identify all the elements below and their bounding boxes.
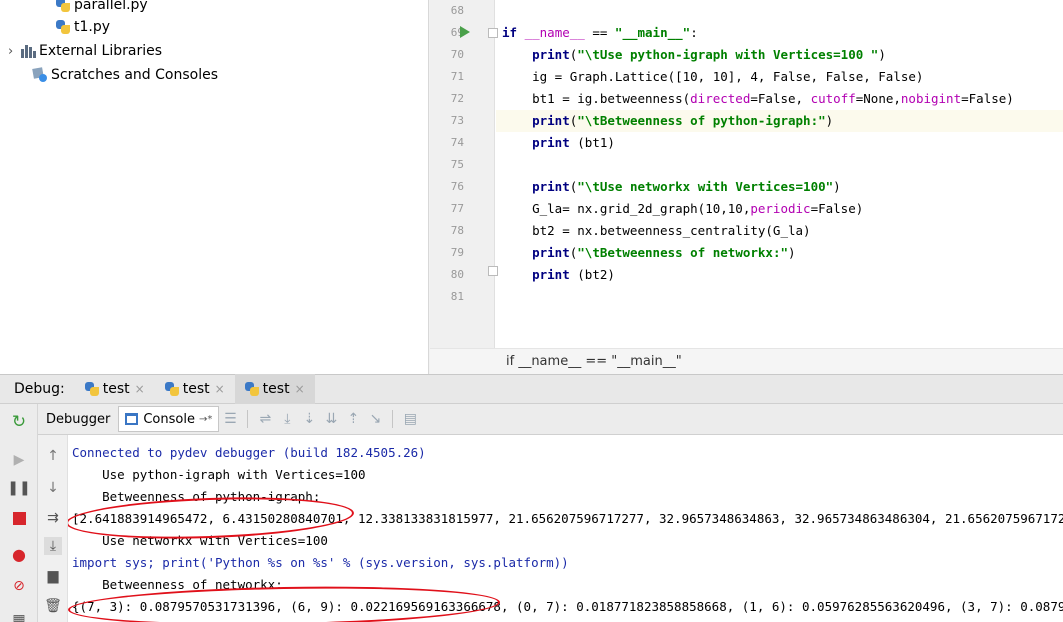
python-file-icon	[244, 382, 259, 396]
close-icon[interactable]: ×	[135, 382, 145, 396]
line-number: 71	[450, 70, 464, 83]
run-tab-label: test	[102, 381, 130, 397]
print-icon[interactable]: ▆	[44, 567, 62, 585]
step-into-icon[interactable]: ⇣	[298, 411, 320, 427]
mute-breakpoints-icon[interactable]: ⊘	[9, 576, 29, 596]
python-file-icon	[56, 0, 70, 12]
console-output[interactable]: Connected to pydev debugger (build 182.4…	[68, 435, 1063, 622]
breadcrumb[interactable]: if __name__ == "__main__"	[430, 348, 1063, 374]
stop-icon[interactable]	[9, 508, 29, 528]
scroll-to-end-icon[interactable]: ⤓	[44, 537, 62, 555]
python-file-icon	[84, 382, 99, 396]
code-line-69: if __name__ == "__main__":	[502, 25, 698, 40]
tree-item-scratches[interactable]: Scratches and Consoles	[32, 64, 218, 86]
line-number: 79	[450, 246, 464, 259]
tree-item-label: Scratches and Consoles	[51, 67, 218, 83]
line-number: 78	[450, 224, 464, 237]
step-out-icon[interactable]: ⇡	[342, 411, 364, 427]
line-number: 81	[450, 290, 464, 303]
scroll-up-icon[interactable]: ↑	[44, 447, 62, 465]
code-editor[interactable]: 68 69 70 71 72 73 74 75 76 77 78 79 80 8…	[430, 0, 1063, 374]
line-number: 73	[450, 114, 464, 127]
line-number: 70	[450, 48, 464, 61]
line-number: 77	[450, 202, 464, 215]
line-number: 80	[450, 268, 464, 281]
code-line-71: ig = Graph.Lattice([10, 10], 4, False, F…	[502, 69, 924, 84]
view-breakpoints-icon[interactable]: ●	[9, 544, 29, 564]
tree-item-label: External Libraries	[39, 43, 162, 59]
code-line-77: G_la= nx.grid_2d_graph(10,10,periodic=Fa…	[502, 201, 864, 216]
console-line: import sys; print('Python %s on %s' % (s…	[72, 555, 569, 570]
code-line-70: print("\tUse python-igraph with Vertices…	[532, 47, 886, 62]
code-line-79: print("\tBetweenness of networkx:")	[532, 245, 796, 260]
debug-subtabs-toolbar: Debugger Console →* ☰ ⇌ ⤓ ⇣ ⇊ ⇡ ↘ ▤	[38, 404, 1063, 435]
code-line-80: print (bt2)	[532, 267, 615, 282]
debug-label: Debug:	[14, 381, 65, 397]
scratches-icon	[32, 67, 48, 83]
run-config-tab-2[interactable]: test ×	[155, 374, 235, 404]
pin-arrow-icon: →*	[198, 413, 213, 425]
line-number: 74	[450, 136, 464, 149]
run-tab-label: test	[182, 381, 210, 397]
console-line: Connected to pydev debugger (build 182.4…	[72, 445, 426, 460]
soft-wrap-icon[interactable]: ⇉	[44, 509, 62, 527]
python-file-icon	[164, 382, 179, 396]
code-line-74: print (bt1)	[532, 135, 615, 150]
toolbar-separator	[247, 410, 249, 428]
settings-icon[interactable]: ▦	[9, 610, 29, 622]
tab-console[interactable]: Console →*	[118, 406, 220, 432]
run-config-tab-3[interactable]: test ×	[234, 374, 315, 404]
python-file-icon	[56, 20, 70, 34]
tree-item-label: t1.py	[74, 19, 111, 35]
library-icon	[20, 44, 36, 58]
close-icon[interactable]: ×	[295, 382, 305, 396]
run-config-tab-1[interactable]: test ×	[75, 374, 155, 404]
debug-tool-window-tabs: Debug: test × test × test ×	[0, 374, 1063, 404]
line-number: 72	[450, 92, 464, 105]
close-icon[interactable]: ×	[215, 382, 225, 396]
line-number: 68	[450, 4, 464, 17]
project-tree-panel: parallel.py t1.py › External Libraries S…	[0, 0, 429, 374]
run-gutter-icon[interactable]	[460, 26, 470, 38]
step-over-icon[interactable]: ⤓	[276, 411, 298, 427]
show-execution-point-icon[interactable]: ⇌	[254, 411, 276, 427]
code-line-76: print("\tUse networkx with Vertices=100"…	[532, 179, 841, 194]
toolbar-separator	[392, 410, 394, 428]
console-line: Use python-igraph with Vertices=100	[72, 467, 366, 482]
pause-icon[interactable]: ❚❚	[7, 478, 30, 498]
tree-item-label: parallel.py	[74, 0, 148, 13]
chevron-right-icon[interactable]: ›	[8, 44, 20, 59]
rerun-icon[interactable]: ↻	[9, 412, 29, 432]
evaluate-expression-icon[interactable]: ▤	[399, 411, 421, 427]
clear-all-icon[interactable]: 🗑	[44, 597, 62, 615]
editor-gutter: 68 69 70 71 72 73 74 75 76 77 78 79 80 8…	[430, 0, 498, 348]
tab-console-label: Console	[143, 411, 195, 427]
line-number: 75	[450, 158, 464, 171]
code-line-78: bt2 = nx.betweenness_centrality(G_la)	[502, 223, 811, 238]
step-into-my-code-icon[interactable]: ⇊	[320, 411, 342, 427]
tree-item-parallel-py[interactable]: parallel.py	[56, 0, 148, 16]
run-tab-label: test	[262, 381, 290, 397]
resume-icon[interactable]: ▶	[9, 450, 29, 470]
tree-item-t1-py[interactable]: t1.py	[56, 16, 110, 38]
run-to-cursor-icon[interactable]: ↘	[364, 411, 386, 427]
line-number: 76	[450, 180, 464, 193]
console-icon	[125, 413, 139, 425]
scroll-down-icon[interactable]: ↓	[44, 479, 62, 497]
tab-debugger[interactable]: Debugger	[40, 406, 116, 432]
console-nav-column: ↑ ↓ ⇉ ⤓ ▆ 🗑	[38, 435, 68, 622]
code-area[interactable]: if __name__ == "__main__": print("\tUse …	[496, 0, 1063, 348]
code-line-73: print("\tBetweenness of python-igraph:")	[496, 110, 1063, 132]
line-number: 69	[450, 26, 464, 39]
code-line-72: bt1 = ig.betweenness(directed=False, cut…	[502, 91, 1014, 106]
debug-left-toolbar: ↻ ▶ ❚❚ ● ⊘ ▦	[0, 404, 38, 622]
tree-item-external-libraries[interactable]: › External Libraries	[8, 40, 162, 62]
menu-lines-icon[interactable]: ☰	[219, 411, 241, 427]
